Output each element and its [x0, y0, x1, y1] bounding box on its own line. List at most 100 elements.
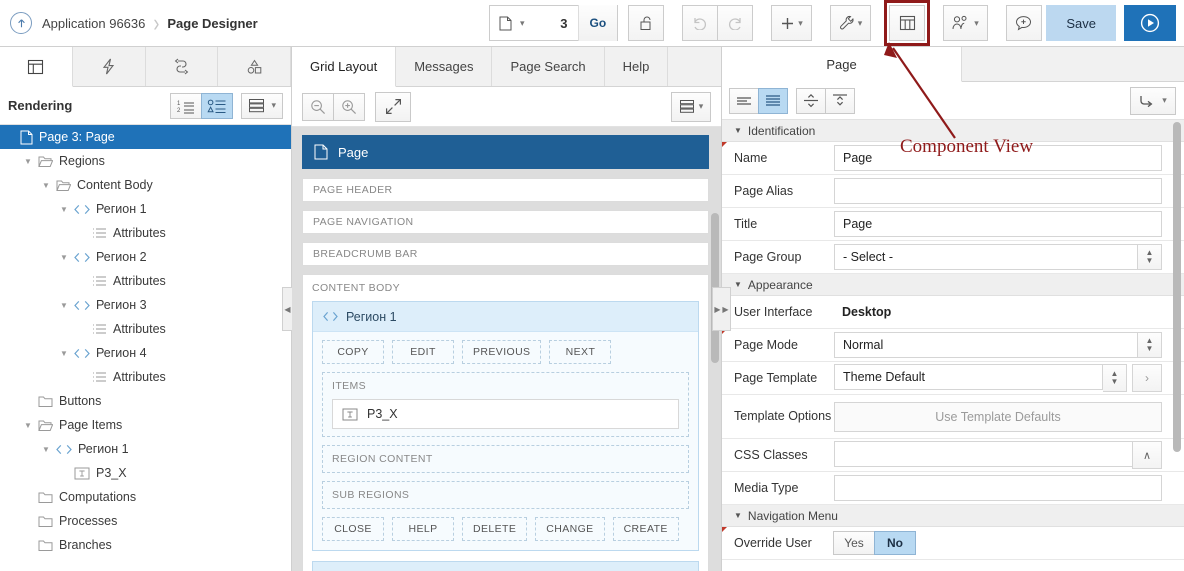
tree-toggle-icon[interactable]: ▼: [24, 157, 34, 166]
goto-template-button[interactable]: ›: [1132, 364, 1162, 392]
grid-slot-page-header[interactable]: PAGE HEADER: [302, 178, 709, 202]
property-input[interactable]: Normal: [834, 332, 1138, 358]
expand-layout-button[interactable]: [375, 91, 411, 122]
tree-toggle-icon[interactable]: ▼: [42, 181, 52, 190]
goto-menu-button[interactable]: ▾: [1130, 86, 1176, 115]
toggle-option-yes[interactable]: Yes: [833, 531, 875, 555]
tree-node[interactable]: ▼ Регион 1: [0, 197, 291, 221]
spinner-icon[interactable]: ▲ ▼: [1138, 332, 1162, 358]
grid-sub-regions-slot[interactable]: SUB REGIONS: [322, 481, 689, 509]
component-view-button[interactable]: [889, 5, 926, 41]
grid-button-previous[interactable]: PREVIOUS: [462, 340, 542, 364]
tree-node[interactable]: ▼ Attributes: [0, 317, 291, 341]
collapse-up-button[interactable]: ∧: [1132, 441, 1162, 469]
property-input[interactable]: Page: [834, 211, 1162, 237]
property-input[interactable]: [834, 475, 1162, 501]
align-justify-button[interactable]: [758, 87, 788, 114]
grid-region-1[interactable]: Регион 1 COPY EDIT PREVIOUS NEXT ITEMS P…: [312, 301, 699, 551]
left-panel-collapse-handle[interactable]: ◀: [282, 287, 292, 331]
tree-node[interactable]: ▼ Regions: [0, 149, 291, 173]
grid-slot-breadcrumb-bar[interactable]: BREADCRUMB BAR: [302, 242, 709, 266]
grid-button-help[interactable]: HELP: [392, 517, 454, 541]
page-number-input[interactable]: 3: [534, 16, 578, 31]
tree-toggle-icon[interactable]: ▼: [60, 205, 70, 214]
tab-shared-components[interactable]: [218, 47, 291, 86]
tree-node[interactable]: ▼ Content Body: [0, 173, 291, 197]
rendering-tree[interactable]: ▼ Page 3: Page ▼ Regions ▼ Content Body ▼ Регио…: [0, 125, 291, 571]
property-group-navigation-menu[interactable]: ▼ Navigation Menu: [722, 505, 1184, 527]
tree-node[interactable]: ▼ Регион 2: [0, 245, 291, 269]
arrow-up-circle-icon[interactable]: [10, 12, 32, 34]
right-scrollbar[interactable]: [1173, 122, 1181, 569]
center-tab-messages[interactable]: Messages: [396, 47, 493, 86]
grid-region-content-slot[interactable]: REGION CONTENT: [322, 445, 689, 473]
grid-slot-page-navigation[interactable]: PAGE NAVIGATION: [302, 210, 709, 234]
tree-node[interactable]: ▼ Регион 1: [0, 437, 291, 461]
spinner-icon[interactable]: ▲ ▼: [1138, 244, 1162, 270]
tree-node[interactable]: ▼ Attributes: [0, 269, 291, 293]
undo-button[interactable]: [682, 5, 719, 41]
redo-button[interactable]: [717, 5, 754, 41]
tree-node[interactable]: ▼ Регион 3: [0, 293, 291, 317]
tree-toggle-icon[interactable]: ▼: [24, 421, 34, 430]
center-tab-page-search[interactable]: Page Search: [492, 47, 605, 86]
grid-button-create[interactable]: CREATE: [612, 517, 679, 541]
grid-button-close[interactable]: CLOSE: [322, 517, 384, 541]
grid-button-change[interactable]: CHANGE: [535, 517, 605, 541]
shared-components-button[interactable]: ▾: [943, 5, 988, 41]
property-input[interactable]: [834, 441, 1133, 467]
property-editor[interactable]: ▼ Identification Name Page Page Alias Title Pa…: [722, 120, 1184, 571]
layout-menu-button[interactable]: ▾: [671, 91, 711, 122]
save-button[interactable]: Save: [1046, 5, 1116, 41]
tree-toggle-icon[interactable]: ▼: [60, 253, 70, 262]
tree-node[interactable]: ▼ Регион 4: [0, 341, 291, 365]
zoom-in-button[interactable]: [333, 92, 365, 121]
grid-region-2[interactable]: Регион 2: [312, 561, 699, 571]
property-input[interactable]: - Select -: [834, 244, 1138, 270]
utilities-button[interactable]: ▾: [829, 5, 872, 41]
tree-node[interactable]: ▼ Computations: [0, 485, 291, 509]
center-scrollbar[interactable]: [711, 213, 719, 569]
add-component-button[interactable]: ▾: [771, 5, 812, 41]
tree-node[interactable]: ▼ Page Items: [0, 413, 291, 437]
grid-items-slot[interactable]: ITEMS P3_X: [322, 372, 689, 437]
property-group-appearance[interactable]: ▼ Appearance: [722, 274, 1184, 296]
comments-button[interactable]: [1005, 5, 1042, 41]
tree-node[interactable]: ▼ Buttons: [0, 389, 291, 413]
property-input[interactable]: [834, 178, 1162, 204]
tree-node[interactable]: ▼ Branches: [0, 533, 291, 557]
grid-region-1-header[interactable]: Регион 1: [313, 302, 698, 332]
tab-page-properties[interactable]: Page: [722, 47, 962, 82]
numeric-order-button[interactable]: 1 2: [170, 92, 203, 119]
unlock-icon-button[interactable]: [628, 5, 665, 41]
right-scrollbar-thumb[interactable]: [1173, 122, 1181, 452]
grid-button-edit[interactable]: EDIT: [392, 340, 454, 364]
tree-toggle-icon[interactable]: ▼: [60, 301, 70, 310]
grid-button-next[interactable]: NEXT: [549, 340, 612, 364]
tab-processing[interactable]: [145, 47, 219, 86]
tree-node[interactable]: ▼ Processes: [0, 509, 291, 533]
tree-node[interactable]: ▼ P3_X: [0, 461, 291, 485]
left-panel-menu-button[interactable]: ▾: [241, 92, 283, 119]
center-tab-help[interactable]: Help: [605, 47, 669, 86]
grid-item-p3x[interactable]: P3_X: [332, 399, 679, 429]
breadcrumb-application[interactable]: Application 96636: [42, 16, 145, 31]
grid-button-delete[interactable]: DELETE: [462, 517, 528, 541]
spinner-icon[interactable]: ▲ ▼: [1103, 364, 1127, 392]
tab-dynamic-actions[interactable]: [72, 47, 146, 86]
grid-button-copy[interactable]: COPY: [322, 340, 384, 364]
tab-rendering[interactable]: [0, 47, 73, 87]
tree-node[interactable]: ▼ Attributes: [0, 221, 291, 245]
alpha-order-button[interactable]: [201, 92, 234, 119]
tree-node-selected[interactable]: ▼ Page 3: Page: [0, 125, 291, 149]
grid-region-2-header[interactable]: Регион 2: [313, 562, 698, 571]
template-options-button[interactable]: Use Template Defaults: [834, 401, 1162, 432]
tree-toggle-icon[interactable]: ▼: [42, 445, 52, 454]
expand-all-button[interactable]: [825, 87, 855, 114]
grid-page-header[interactable]: Page: [302, 135, 709, 169]
tree-node[interactable]: ▼ Attributes: [0, 365, 291, 389]
property-input[interactable]: Theme Default: [834, 364, 1103, 390]
zoom-out-button[interactable]: [302, 92, 334, 121]
tree-toggle-icon[interactable]: ▼: [60, 349, 70, 358]
page-type-dropdown[interactable]: ▾: [490, 16, 534, 31]
